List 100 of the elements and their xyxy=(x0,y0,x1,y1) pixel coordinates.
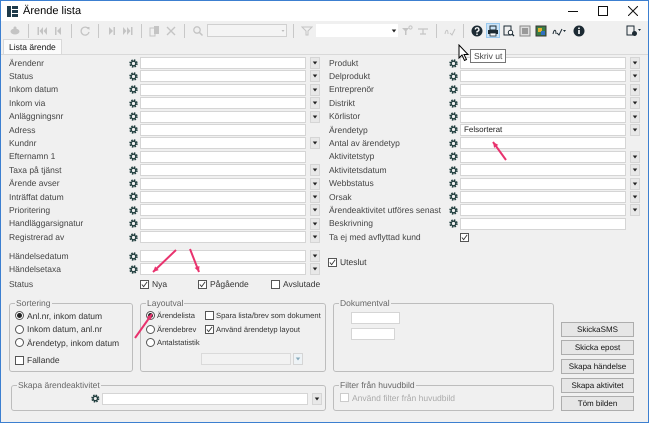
input-field[interactable] xyxy=(460,178,626,190)
action-button[interactable]: Töm bilden xyxy=(561,396,634,412)
input-field[interactable] xyxy=(460,84,626,96)
group-title: Filter från huvudbild xyxy=(339,381,416,390)
print-preview-icon[interactable] xyxy=(502,23,516,38)
checkbox-label: Pågående xyxy=(210,278,249,291)
input-field[interactable] xyxy=(140,84,306,96)
dropdown-button[interactable] xyxy=(310,218,320,230)
caret-icon xyxy=(312,234,318,240)
dropdown-button[interactable] xyxy=(310,231,320,244)
info-icon[interactable] xyxy=(572,23,586,38)
field-label: Prioritering xyxy=(9,204,52,217)
input-field[interactable] xyxy=(460,164,626,176)
dropdown-button[interactable] xyxy=(310,57,320,69)
caret-icon xyxy=(312,207,318,214)
dropdown-button[interactable] xyxy=(630,164,640,176)
maximize-icon[interactable] xyxy=(598,6,608,16)
input-field[interactable] xyxy=(460,218,626,230)
checkbox[interactable] xyxy=(15,356,24,365)
radio-button[interactable] xyxy=(15,311,24,320)
field-label: Status xyxy=(9,70,34,83)
input-field[interactable] xyxy=(140,110,306,123)
input-field[interactable] xyxy=(140,57,306,69)
input-field[interactable] xyxy=(140,97,306,110)
input-field[interactable] xyxy=(140,178,306,190)
input-field[interactable] xyxy=(140,190,306,203)
input-field[interactable] xyxy=(460,190,626,203)
action-button[interactable]: SkickaSMS xyxy=(561,322,634,337)
input-field[interactable] xyxy=(140,124,306,136)
input-field[interactable] xyxy=(351,328,395,340)
dropdown-button[interactable] xyxy=(630,70,640,82)
close-icon[interactable] xyxy=(628,6,638,16)
input-field[interactable] xyxy=(140,70,306,82)
dropdown-button[interactable] xyxy=(630,178,640,190)
field-label: Ta ej med avflyttad kund xyxy=(329,230,422,244)
dropdown-button[interactable] xyxy=(310,204,320,216)
radio-button[interactable] xyxy=(15,324,24,334)
input-field[interactable] xyxy=(140,218,306,230)
dropdown-button[interactable] xyxy=(310,70,320,82)
dropdown-button[interactable] xyxy=(310,263,320,276)
dropdown-button[interactable] xyxy=(630,84,640,96)
checkbox[interactable] xyxy=(460,232,469,242)
dropdown-button[interactable] xyxy=(630,97,640,110)
checkbox[interactable] xyxy=(140,280,149,289)
dropdown-button[interactable] xyxy=(630,110,640,123)
dropdown-button[interactable] xyxy=(630,124,640,136)
dropdown-button[interactable] xyxy=(310,137,320,150)
radio-label: Anl.nr, inkom datum xyxy=(27,310,102,322)
input-field[interactable] xyxy=(460,150,626,163)
input-field[interactable] xyxy=(140,150,306,163)
checkbox[interactable] xyxy=(205,311,214,320)
action-button[interactable]: Skapa händelse xyxy=(561,359,634,374)
checkbox[interactable] xyxy=(205,324,214,334)
action-button[interactable]: Skapa aktivitet xyxy=(561,378,634,393)
gear-icon[interactable] xyxy=(91,394,100,404)
input-field[interactable] xyxy=(460,137,626,150)
tooltip: Skriv ut xyxy=(470,49,506,63)
input-field[interactable] xyxy=(140,231,306,244)
dropdown-button[interactable] xyxy=(630,150,640,163)
input-field[interactable] xyxy=(140,164,306,176)
dropdown-button[interactable] xyxy=(310,190,320,203)
input-field[interactable]: Felsorterat xyxy=(460,124,626,136)
dropdown-button[interactable] xyxy=(630,204,640,216)
field-label: Orsak xyxy=(329,190,353,204)
input-field[interactable] xyxy=(460,97,626,110)
dropdown-button[interactable] xyxy=(630,57,640,69)
app-icon xyxy=(7,6,18,16)
dropdown-button[interactable] xyxy=(310,178,320,190)
input-field[interactable] xyxy=(140,204,306,216)
dropdown-button[interactable] xyxy=(310,84,320,96)
input-field[interactable] xyxy=(460,70,626,82)
caret-icon xyxy=(295,356,301,362)
tab[interactable]: Lista ärende xyxy=(3,39,62,54)
field-label: Ärendetyp xyxy=(329,124,369,136)
checkbox[interactable] xyxy=(198,280,207,289)
input-field[interactable] xyxy=(460,204,626,216)
radio-button[interactable] xyxy=(15,338,24,348)
help-icon[interactable] xyxy=(470,23,484,38)
dropdown-button[interactable] xyxy=(310,164,320,176)
radio-button[interactable] xyxy=(146,338,155,348)
image-icon[interactable] xyxy=(534,23,548,38)
input-field[interactable] xyxy=(102,392,308,405)
input-field[interactable] xyxy=(140,137,306,150)
dropdown-button[interactable] xyxy=(310,110,320,123)
caret-icon xyxy=(312,140,318,146)
action-button[interactable]: Skicka epost xyxy=(561,340,634,356)
dropdown-button[interactable] xyxy=(630,190,640,203)
radio-button[interactable] xyxy=(146,324,155,334)
input-field[interactable] xyxy=(140,263,306,276)
dropdown-button[interactable] xyxy=(310,97,320,110)
dropdown-button[interactable] xyxy=(312,392,322,405)
checkbox[interactable] xyxy=(271,280,280,289)
dropdown-button[interactable] xyxy=(310,250,320,262)
input-field[interactable] xyxy=(140,250,306,262)
input-field[interactable] xyxy=(460,110,626,123)
caret-icon xyxy=(632,167,638,174)
checkbox[interactable] xyxy=(328,258,337,267)
field-label: Taxa på tjänst xyxy=(9,164,62,176)
input-field[interactable] xyxy=(351,312,400,324)
print-icon[interactable] xyxy=(486,23,500,38)
